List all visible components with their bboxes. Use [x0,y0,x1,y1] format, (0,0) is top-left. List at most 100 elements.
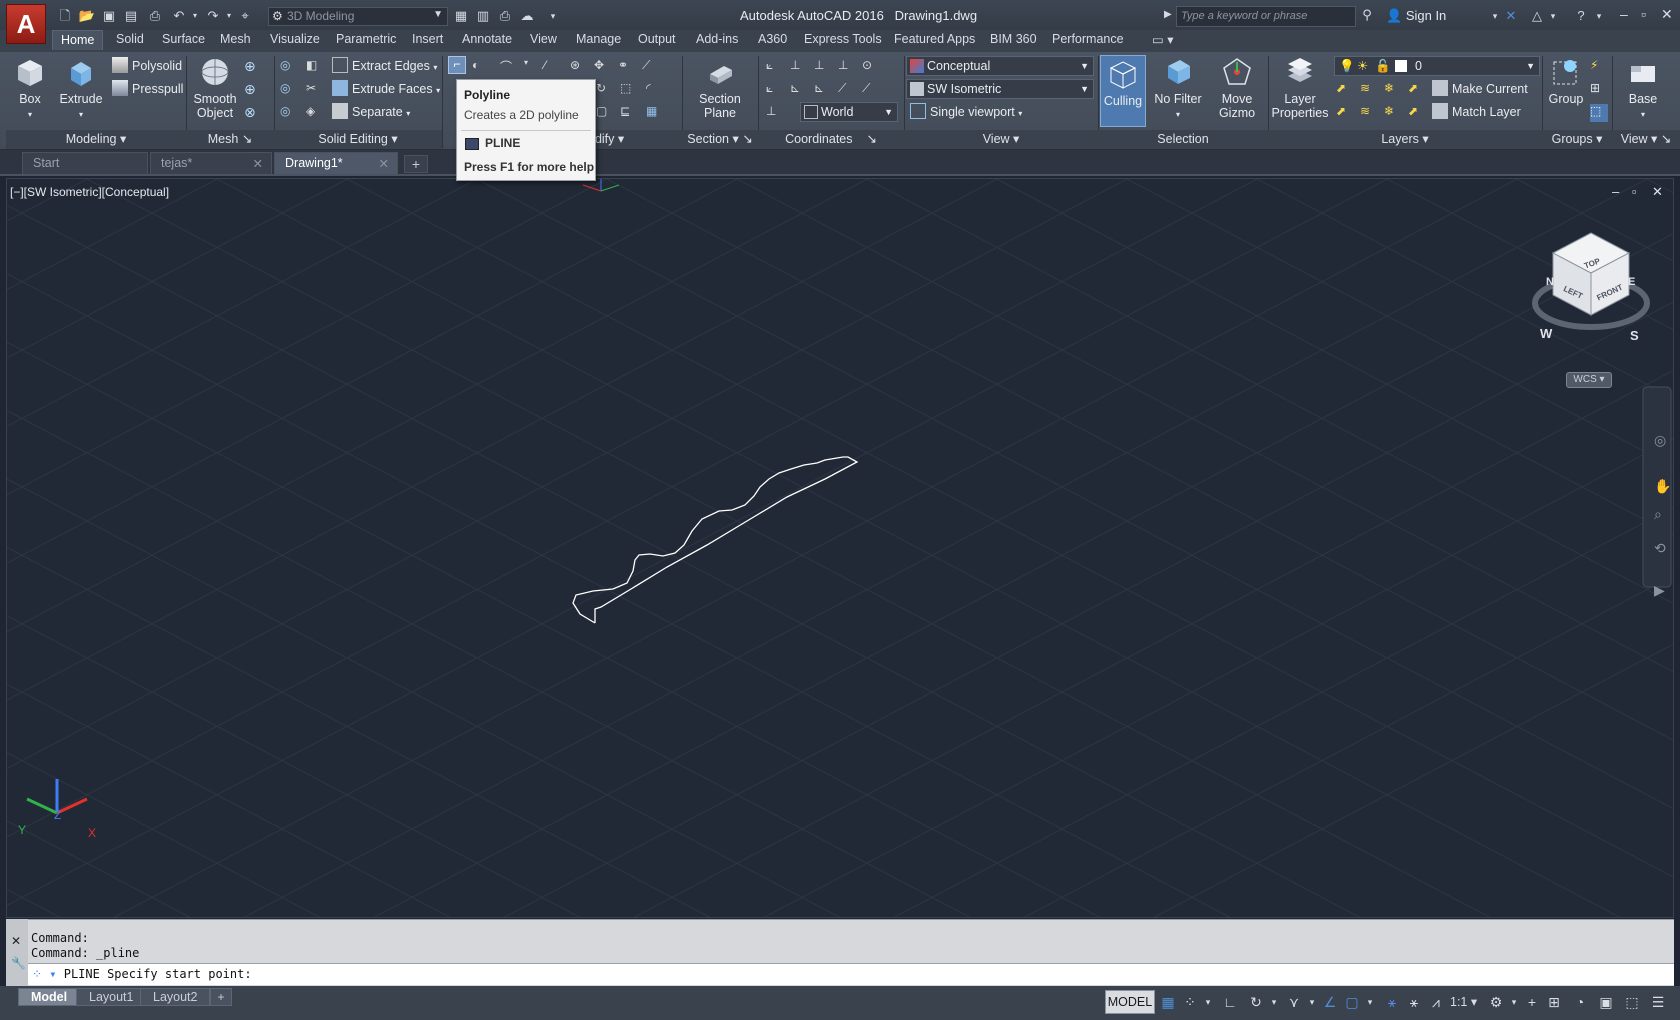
customize-quick-access-icon[interactable]: ▾ [544,8,562,24]
view-preset-dropdown[interactable]: SW Isometric ▼ [906,79,1094,99]
tab-insert[interactable]: Insert [404,30,451,50]
tab-express-tools[interactable]: Express Tools [796,30,890,50]
binoculars-icon[interactable]: ⚲ [1358,7,1376,23]
copy-icon[interactable]: ⚭ [618,58,636,76]
group-edit-icon[interactable]: ⊞ [1590,81,1608,99]
tab-featured-apps[interactable]: Featured Apps [886,30,983,50]
tab-solid[interactable]: Solid [108,30,152,50]
mesh-smooth-more-icon[interactable]: ⊕ [244,58,262,76]
offset-icon[interactable]: ⊑ [620,104,638,122]
ucs-origin-icon[interactable]: ⊥ [790,58,808,76]
publish-icon[interactable]: ⎙ [496,8,514,24]
layer-isolate-icon[interactable]: ≋ [1360,81,1378,99]
expand-search-icon[interactable]: ▶ [1164,9,1172,20]
recent-commands-icon[interactable]: ⁘ ▾ [32,967,64,981]
units-icon[interactable]: ⊞ [1546,994,1562,1010]
no-filter-button[interactable]: No Filter ▾ [1150,56,1206,122]
drawing-viewport[interactable] [6,178,1674,918]
section-plane-button[interactable]: Section Plane [690,56,750,120]
rotate-3d-icon[interactable]: ⊛ [570,58,588,76]
orbit-icon[interactable]: ⟲ [1654,540,1666,557]
exchange-apps-icon[interactable]: ✕ [1502,8,1520,24]
a360-dropdown-icon[interactable]: ▾ [1544,8,1562,24]
trim-icon[interactable]: ⁄ [544,58,562,76]
share-icon[interactable]: ☁ [518,8,536,24]
base-view-button[interactable]: Base ▾ [1616,56,1670,122]
viewport-controls-label[interactable]: [−][SW Isometric][Conceptual] [10,185,169,199]
help-search-input[interactable]: Type a keyword or phrase [1176,6,1356,27]
tab-manage[interactable]: Manage [568,30,629,50]
wavy-polyline[interactable] [572,456,859,624]
tab-home[interactable]: Home [52,30,104,50]
workspace-dropdown-icon[interactable]: ▾ [1506,994,1522,1010]
fillet-icon[interactable]: ◜ [646,81,664,99]
snap-dropdown-icon[interactable]: ▾ [1200,994,1216,1010]
clean-screen-icon[interactable]: ⬚ [1624,994,1640,1010]
ucs-named-icon[interactable]: ⊥ [766,104,784,122]
tab-visualize[interactable]: Visualize [262,30,328,50]
ucs-y-icon[interactable]: ⊥ [838,58,856,76]
command-input[interactable]: ⁘ ▾ PLINE Specify start point: [28,963,1674,985]
arc-icon[interactable]: ⌒ [500,58,518,76]
customize-wrench-icon[interactable]: 🔧 [11,956,26,970]
polar-dropdown-icon[interactable]: ▾ [1266,994,1282,1010]
selection-panel-title[interactable]: Selection [1098,130,1268,149]
coordinates-panel-title[interactable]: Coordinates ↘ [758,130,904,149]
arc-dropdown-icon[interactable]: ▾ [524,58,542,76]
modeling-panel-title[interactable]: Modeling ▾ [6,130,186,149]
layer-properties-button[interactable]: Layer Properties [1270,56,1330,120]
minimize-window-icon[interactable]: – [1620,6,1628,22]
steering-wheel-icon[interactable]: ◎ [1654,432,1666,449]
tab-output[interactable]: Output [630,30,684,50]
batch-plot-icon[interactable]: ▥ [474,8,492,24]
restore-window-icon[interactable]: ▫ [1641,6,1646,22]
presspull-button[interactable]: Presspull [112,79,183,99]
doc-tab-start[interactable]: Start [22,152,148,174]
object-snap-tracking-icon[interactable]: ∠ [1322,994,1338,1010]
layer-unisolate-icon[interactable]: ≋ [1360,104,1378,122]
extract-edges-button[interactable]: Extract Edges ▾ [332,56,437,76]
annotation-monitor-icon[interactable]: + [1524,994,1540,1010]
tab-surface[interactable]: Surface [154,30,213,50]
object-snap-dropdown-icon[interactable]: ▾ [1362,994,1378,1010]
polar-tracking-icon[interactable]: ↻ [1248,994,1264,1010]
move-gizmo-button[interactable]: Move Gizmo [1212,56,1262,120]
view-panel-title[interactable]: View ▾ [904,130,1098,149]
tab-parametric[interactable]: Parametric [328,30,404,50]
layer-thaw-icon[interactable]: ❄ [1384,104,1402,122]
mesh-crease-icon[interactable]: ⊗ [244,104,262,122]
workspace-dropdown[interactable]: ⚙ 3D Modeling ▼ [268,7,448,26]
polysolid-button[interactable]: Polysolid [112,56,182,76]
save-as-icon[interactable]: ▤ [122,8,140,24]
helix-icon[interactable]: ◐ [472,58,490,76]
group-selection-toggle-icon[interactable]: ⬚ [1590,104,1608,122]
plot-icon[interactable]: ▦ [452,8,470,24]
workspace-switch-gear-icon[interactable]: ⚙ [1488,994,1504,1010]
grid-display-icon[interactable]: ▦ [1160,994,1176,1010]
polyline-icon[interactable]: ⌐ [448,56,466,74]
visual-style-dropdown[interactable]: Conceptual ▼ [906,56,1094,76]
model-space-toggle[interactable]: MODEL [1105,990,1155,1014]
interfere-icon[interactable]: ✂ [306,81,324,99]
section-panel-title[interactable]: Section ▾ ↘ [682,130,758,149]
tab-bim-360[interactable]: BIM 360 [982,30,1045,50]
mesh-panel-title[interactable]: Mesh ↘ [186,130,274,149]
viewport-config-button[interactable]: Single viewport ▾ [910,102,1022,122]
ucs-face-icon[interactable]: ⟋ [838,81,856,99]
tab-annotate[interactable]: Annotate [454,30,520,50]
ucs-object-icon[interactable]: ⊾ [814,81,832,99]
ucs-z-icon[interactable]: ⟋ [862,81,880,99]
layer-on-icon[interactable]: ⬈ [1336,104,1354,122]
help-dropdown-icon[interactable]: ▾ [1590,8,1608,24]
doc-tab-tejas[interactable]: tejas* ✕ [150,152,272,174]
ribbon-display-toggle-icon[interactable]: ▭ ▾ [1144,30,1182,50]
layers-panel-title[interactable]: Layers ▾ [1268,130,1542,149]
union-icon[interactable]: ◎ [280,58,298,76]
ucs-icon-properties-icon[interactable]: ⊙ [862,58,880,76]
annotation-scale-value[interactable]: 1:1 ▾ [1450,994,1477,1009]
auto-scale-icon[interactable]: ⚹ [1406,994,1422,1010]
close-tab-icon[interactable]: ✕ [253,156,263,171]
isodraft-icon[interactable]: ⋎ [1286,994,1302,1010]
application-menu-button[interactable]: A [6,4,46,44]
save-icon[interactable]: ▣ [100,8,118,24]
